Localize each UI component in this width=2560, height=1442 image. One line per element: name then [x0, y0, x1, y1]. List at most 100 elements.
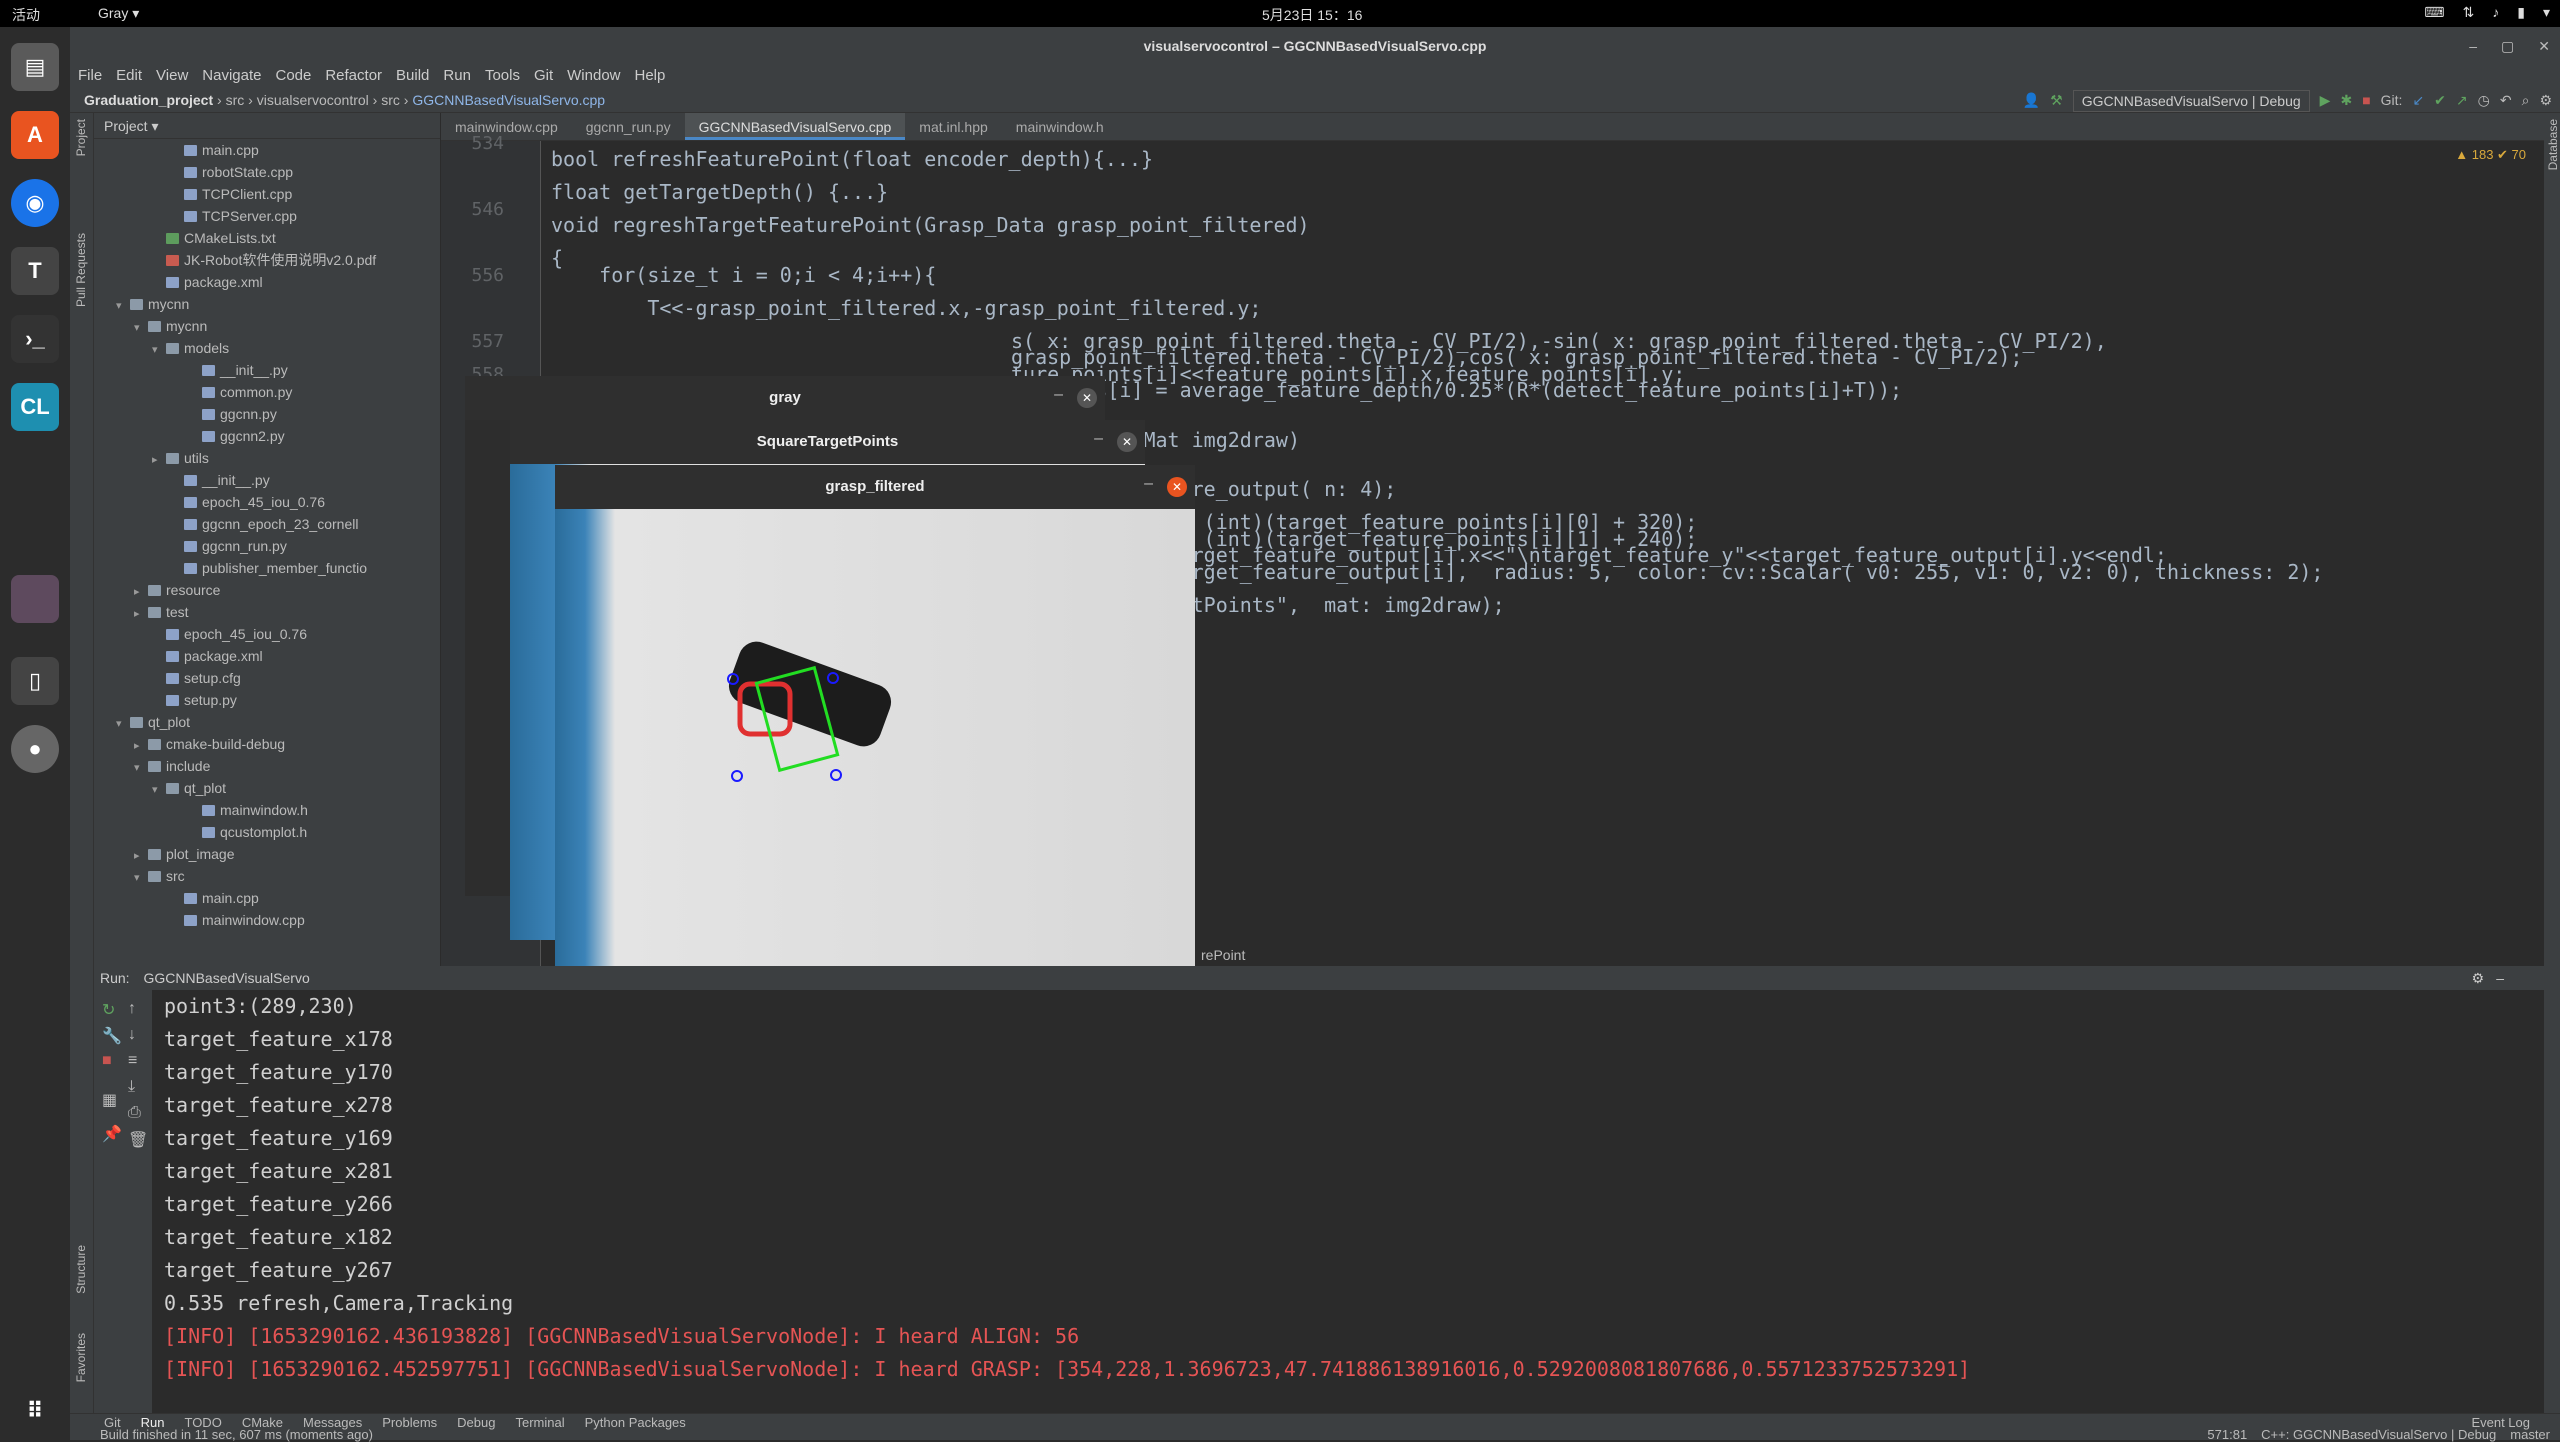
- menu-refactor[interactable]: Refactor: [325, 65, 382, 87]
- chrome-icon[interactable]: ◉: [11, 179, 59, 227]
- tree-item[interactable]: ▾ include: [94, 755, 440, 777]
- chevron-icon[interactable]: ▾: [134, 757, 148, 779]
- layout-icon[interactable]: ▦: [102, 1090, 117, 1110]
- stop-icon[interactable]: ■: [2362, 87, 2370, 113]
- caret-position[interactable]: 571:81: [2207, 1428, 2247, 1441]
- stop-icon[interactable]: ■: [102, 1052, 112, 1070]
- grasp-filtered-window[interactable]: grasp_filtered – ✕: [555, 465, 1195, 989]
- disc-icon[interactable]: ●: [11, 725, 59, 773]
- chevron-icon[interactable]: ▾: [134, 867, 148, 889]
- chevron-icon[interactable]: ▸: [134, 581, 148, 603]
- favorites-tool-tab[interactable]: Favorites: [74, 1333, 88, 1382]
- run-tab[interactable]: GGCNNBasedVisualServo: [143, 970, 309, 986]
- tree-item[interactable]: ggcnn_run.py: [94, 535, 440, 557]
- trash-icon[interactable]: 🗑: [128, 1130, 148, 1150]
- gear-icon[interactable]: ⚙: [2471, 966, 2484, 990]
- menu-code[interactable]: Code: [275, 65, 311, 87]
- console-output[interactable]: point3:(289,230) target_feature_x178 targe…: [152, 990, 2544, 1413]
- scroll-end-icon[interactable]: ⤓: [128, 1078, 135, 1096]
- tab-mat-inl-hpp[interactable]: mat.inl.hpp: [905, 113, 1001, 140]
- tree-item[interactable]: ▾ qt_plot: [94, 711, 440, 733]
- menu-window[interactable]: Window: [567, 65, 620, 87]
- git-update-icon[interactable]: ↙: [2412, 87, 2424, 113]
- menu-navigate[interactable]: Navigate: [202, 65, 261, 87]
- tree-item[interactable]: common.py: [94, 381, 440, 403]
- tree-item[interactable]: ggcnn_epoch_23_cornell: [94, 513, 440, 535]
- gray-window-title[interactable]: gray: [465, 376, 1105, 420]
- tab-mainwindow-h[interactable]: mainwindow.h: [1002, 113, 1118, 140]
- chevron-icon[interactable]: ▾: [152, 339, 166, 361]
- network-icon[interactable]: ⇅: [2463, 4, 2475, 21]
- breadcrumb-src-2[interactable]: src: [381, 92, 400, 108]
- breadcrumb-package[interactable]: visualservocontrol: [257, 92, 369, 108]
- minimize-icon[interactable]: –: [1144, 475, 1153, 493]
- menu-build[interactable]: Build: [396, 65, 429, 87]
- user-icon[interactable]: 👤: [2023, 87, 2040, 113]
- tree-item[interactable]: epoch_45_iou_0.76: [94, 491, 440, 513]
- squaretargetpoints-window-title[interactable]: SquareTargetPoints: [510, 420, 1145, 464]
- close-icon[interactable]: ✕: [2538, 27, 2550, 65]
- keyboard-icon[interactable]: ⌨: [2424, 4, 2444, 21]
- tree-item[interactable]: ▸ plot_image: [94, 843, 440, 865]
- minimize-icon[interactable]: –: [1054, 386, 1063, 404]
- tree-item[interactable]: setup.cfg: [94, 667, 440, 689]
- tree-item[interactable]: mainwindow.cpp: [94, 909, 440, 931]
- tree-item[interactable]: JK-Robot软件使用说明v2.0.pdf: [94, 249, 440, 271]
- files-icon[interactable]: ▤: [11, 43, 59, 91]
- project-tool-tab[interactable]: Project: [74, 119, 88, 156]
- git-branch[interactable]: master: [2510, 1428, 2550, 1441]
- pycharm-icon[interactable]: [11, 575, 59, 623]
- software-store-icon[interactable]: A: [11, 111, 59, 159]
- breadcrumb-src[interactable]: src: [226, 92, 245, 108]
- tree-item[interactable]: ▾ models: [94, 337, 440, 359]
- tree-item[interactable]: ▾ qt_plot: [94, 777, 440, 799]
- tree-item[interactable]: setup.py: [94, 689, 440, 711]
- git-commit-icon[interactable]: ✔: [2434, 87, 2446, 113]
- tree-item[interactable]: ▸ utils: [94, 447, 440, 469]
- chevron-icon[interactable]: ▸: [134, 845, 148, 867]
- tree-item[interactable]: __init__.py: [94, 359, 440, 381]
- battery-icon[interactable]: ▮: [2517, 4, 2525, 21]
- chevron-icon[interactable]: ▾: [134, 317, 148, 339]
- run-icon[interactable]: ▶: [2320, 87, 2331, 113]
- run-configuration-select[interactable]: GGCNNBasedVisualServo | Debug: [2072, 90, 2310, 112]
- tree-item[interactable]: package.xml: [94, 645, 440, 667]
- tree-item[interactable]: TCPClient.cpp: [94, 183, 440, 205]
- clion-icon[interactable]: CL: [11, 383, 59, 431]
- tree-item[interactable]: robotState.cpp: [94, 161, 440, 183]
- volume-icon[interactable]: ♪: [2492, 4, 2499, 21]
- debug-icon[interactable]: ✱: [2340, 87, 2352, 113]
- chevron-icon[interactable]: ▸: [152, 449, 166, 471]
- print-icon[interactable]: ⎙: [128, 1104, 141, 1122]
- minimize-icon[interactable]: –: [2496, 966, 2504, 990]
- tab-mainwindow-cpp[interactable]: mainwindow.cpp: [441, 113, 572, 140]
- close-icon[interactable]: ✕: [1117, 432, 1137, 452]
- chevron-icon[interactable]: ▸: [134, 603, 148, 625]
- tree-item[interactable]: ggcnn.py: [94, 403, 440, 425]
- tree-item[interactable]: ggcnn2.py: [94, 425, 440, 447]
- rerun-icon[interactable]: ↻: [102, 1000, 115, 1020]
- clock[interactable]: 5月23日 15：16: [1262, 5, 1362, 25]
- wrench-icon[interactable]: 🔧: [102, 1026, 122, 1046]
- project-panel-header[interactable]: Project ▾: [94, 113, 440, 139]
- menu-view[interactable]: View: [156, 65, 188, 87]
- build-context[interactable]: C++: GGCNNBasedVisualServo | Debug: [2261, 1428, 2496, 1441]
- tree-item[interactable]: main.cpp: [94, 139, 440, 161]
- tree-item[interactable]: ▾ mycnn: [94, 315, 440, 337]
- tree-item[interactable]: ▸ test: [94, 601, 440, 623]
- history-icon[interactable]: ◷: [2478, 87, 2490, 113]
- tree-item[interactable]: ▾ mycnn: [94, 293, 440, 315]
- maximize-icon[interactable]: ▢: [2501, 27, 2514, 65]
- tree-item[interactable]: main.cpp: [94, 887, 440, 909]
- tree-item[interactable]: TCPServer.cpp: [94, 205, 440, 227]
- git-push-icon[interactable]: ↗: [2456, 87, 2468, 113]
- tree-item[interactable]: qcustomplot.h: [94, 821, 440, 843]
- grasp-filtered-window-title[interactable]: grasp_filtered: [555, 465, 1195, 509]
- chevron-icon[interactable]: ▾: [116, 295, 130, 317]
- tree-item[interactable]: CMakeLists.txt: [94, 227, 440, 249]
- tree-item[interactable]: package.xml: [94, 271, 440, 293]
- hammer-icon[interactable]: ⚒: [2050, 87, 2063, 113]
- menu-help[interactable]: Help: [635, 65, 666, 87]
- activities-button[interactable]: 活动: [12, 5, 40, 25]
- tab-ggcnnbasedvisualservo-cpp[interactable]: GGCNNBasedVisualServo.cpp: [684, 113, 906, 140]
